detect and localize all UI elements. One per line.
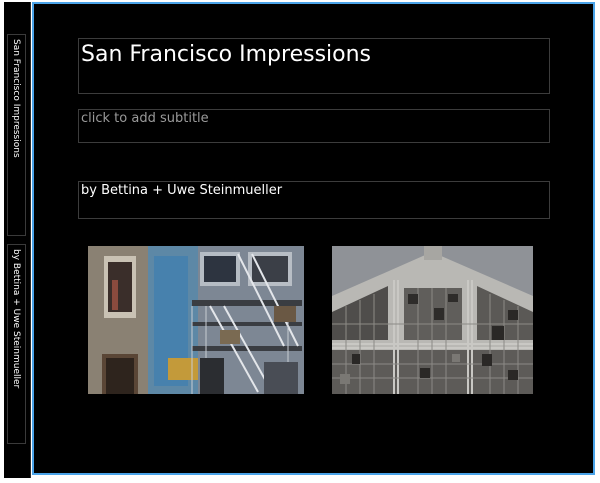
cover-title: San Francisco Impressions — [81, 42, 372, 67]
fire-escape-photo-art — [88, 246, 304, 394]
spine-author: by Bettina + Uwe Steinmueller — [11, 249, 21, 389]
book-cover: San Francisco Impressions click to add s… — [32, 2, 595, 475]
book-spine: San Francisco Impressions by Bettina + U… — [4, 2, 31, 478]
warehouse-photo-art — [332, 246, 533, 394]
cover-title-field[interactable]: San Francisco Impressions — [78, 38, 550, 94]
cover-photo-warehouse[interactable] — [332, 246, 533, 394]
cover-author-field[interactable]: by Bettina + Uwe Steinmueller — [78, 181, 550, 219]
spine-author-field[interactable]: by Bettina + Uwe Steinmueller — [7, 244, 26, 444]
cover-subtitle-placeholder: click to add subtitle — [81, 111, 209, 126]
cover-author: by Bettina + Uwe Steinmueller — [81, 183, 283, 198]
cover-photo-fire-escape[interactable] — [88, 246, 304, 394]
spine-title: San Francisco Impressions — [11, 39, 21, 158]
cover-subtitle-field[interactable]: click to add subtitle — [78, 109, 550, 143]
spine-title-field[interactable]: San Francisco Impressions — [7, 34, 26, 236]
